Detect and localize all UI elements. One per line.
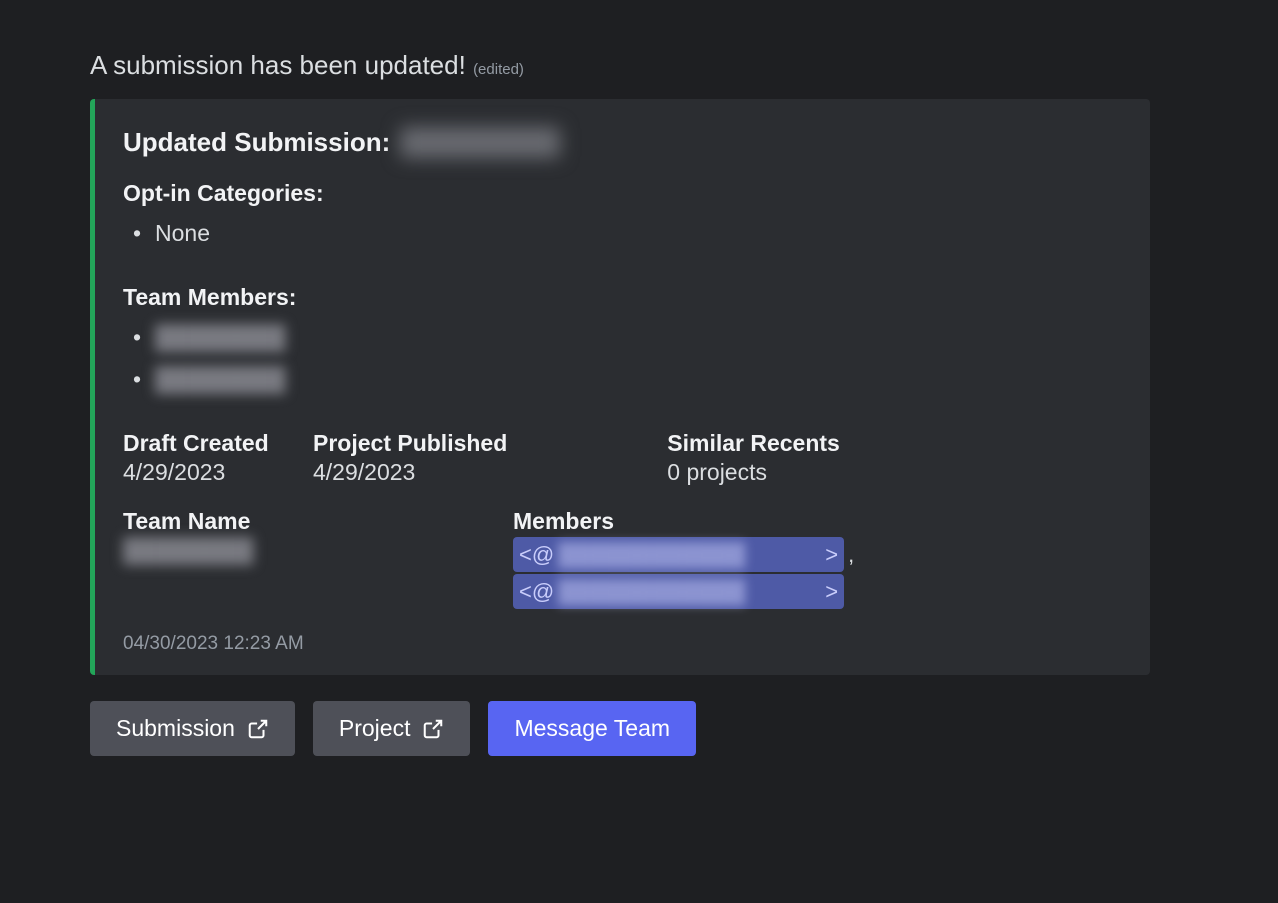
redacted-text: ████████████: [554, 575, 825, 608]
project-button[interactable]: Project: [313, 701, 471, 756]
field-draft-created: Draft Created 4/29/2023: [123, 430, 293, 486]
user-mention[interactable]: <@ ████████████ >: [513, 574, 844, 609]
optin-categories-list: None: [123, 213, 1122, 254]
field-value: ████████: [123, 537, 403, 564]
field-team-name: Team Name ████████: [123, 508, 403, 609]
optin-categories-label: Opt-in Categories:: [123, 180, 1122, 207]
field-label: Draft Created: [123, 430, 293, 457]
external-link-icon: [422, 718, 444, 740]
redacted-text: ████████████: [554, 538, 825, 571]
list-item: ████████: [123, 317, 1122, 358]
redacted-text: ████████: [123, 537, 253, 563]
mention-row: <@ ████████████ >: [513, 574, 844, 609]
message-team-button[interactable]: Message Team: [488, 701, 696, 756]
embed-card: Updated Submission: ████████ Opt-in Cate…: [90, 99, 1150, 675]
embed-title: Updated Submission: ████████: [123, 127, 1122, 158]
mention-prefix: <@: [519, 575, 554, 608]
embed-footer-timestamp: 04/30/2023 12:23 AM: [123, 633, 1122, 655]
field-members: Members <@ ████████████ > , <@ █████████…: [513, 508, 854, 609]
field-label: Team Name: [123, 508, 403, 535]
field-value: 0 projects: [667, 459, 840, 486]
embed-title-redacted: ████████: [400, 127, 559, 158]
redacted-text: ████████: [155, 324, 285, 350]
action-buttons-row: Submission Project Message Team: [90, 701, 1188, 756]
list-item: ████████: [123, 359, 1122, 400]
embed-fields-row-2: Team Name ████████ Members <@ ██████████…: [123, 508, 1122, 609]
team-members-label: Team Members:: [123, 284, 1122, 311]
mention-prefix: <@: [519, 538, 554, 571]
redacted-text: ████████: [155, 366, 285, 392]
field-value: 4/29/2023: [123, 459, 293, 486]
mention-separator: ,: [848, 542, 854, 568]
field-label: Members: [513, 508, 854, 535]
edited-tag: (edited): [473, 61, 524, 78]
field-similar-recents: Similar Recents 0 projects: [667, 430, 840, 486]
field-value: 4/29/2023: [313, 459, 507, 486]
member-mentions-list: <@ ████████████ > , <@ ████████████ >: [513, 537, 854, 609]
button-label: Project: [339, 715, 411, 742]
user-mention[interactable]: <@ ████████████ >: [513, 537, 844, 572]
field-label: Similar Recents: [667, 430, 840, 457]
field-project-published: Project Published 4/29/2023: [313, 430, 507, 486]
embed-fields-row-1: Draft Created 4/29/2023 Project Publishe…: [123, 430, 1122, 486]
embed-title-prefix: Updated Submission:: [123, 127, 390, 158]
mention-suffix: >: [825, 538, 838, 571]
team-members-list: ████████ ████████: [123, 317, 1122, 400]
message-header-text: A submission has been updated!: [90, 50, 466, 80]
external-link-icon: [247, 718, 269, 740]
submission-button[interactable]: Submission: [90, 701, 295, 756]
list-item: None: [123, 213, 1122, 254]
mention-row: <@ ████████████ > ,: [513, 537, 854, 572]
button-label: Submission: [116, 715, 235, 742]
mention-suffix: >: [825, 575, 838, 608]
field-label: Project Published: [313, 430, 507, 457]
message-header: A submission has been updated! (edited): [90, 50, 1188, 81]
button-label: Message Team: [514, 715, 670, 742]
